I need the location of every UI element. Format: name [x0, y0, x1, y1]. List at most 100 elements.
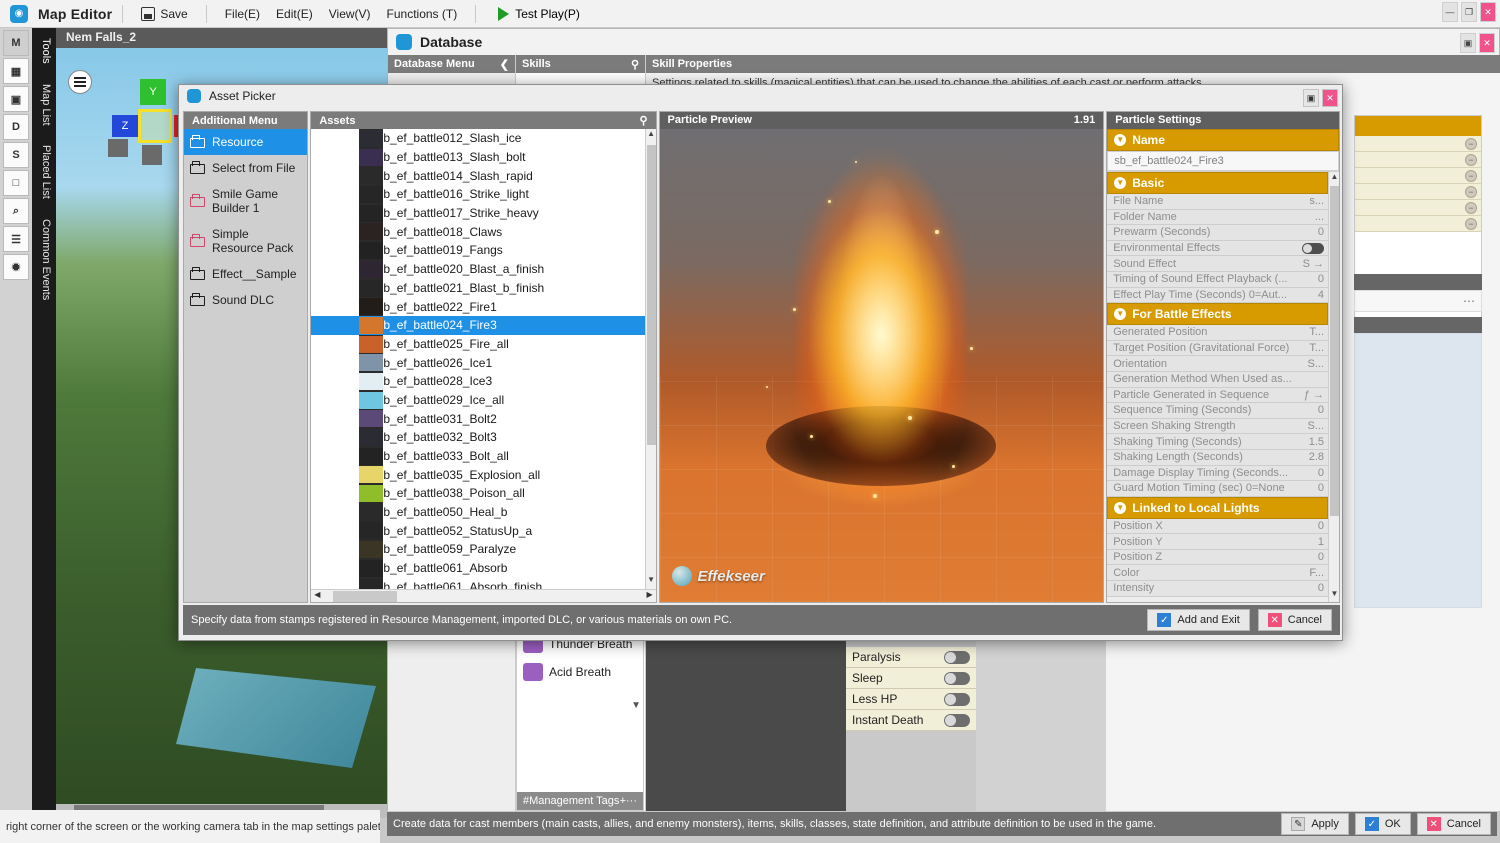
chevron-down-icon[interactable]: ▼ [1114, 134, 1126, 146]
db-close-button[interactable]: ✕ [1479, 33, 1495, 53]
minus-icon[interactable]: − [1465, 170, 1477, 182]
settings-row[interactable]: Target Position (Gravitational Force)T..… [1107, 341, 1328, 357]
settings-row[interactable]: Sound EffectS → [1107, 256, 1328, 272]
assets-horizontal-scrollbar[interactable]: ◀ ▶ [311, 589, 655, 602]
chevron-down-icon[interactable]: ▼ [647, 575, 656, 589]
chevron-up-icon[interactable]: ▲ [647, 129, 656, 143]
minus-icon[interactable]: − [1465, 202, 1477, 214]
list-item[interactable]: Acid Breath [517, 658, 643, 686]
chevron-left-icon[interactable]: ◀ [311, 590, 323, 602]
ok-button[interactable]: ✓ OK [1355, 813, 1411, 835]
asset-list-item[interactable]: sb_ef_battle021_Blast_b_finish [311, 279, 655, 298]
search-icon[interactable]: ⚲ [639, 114, 647, 127]
asset-list-item[interactable]: sb_ef_battle025_Fire_all [311, 335, 655, 354]
rail-motion-button[interactable]: ✹ [3, 254, 29, 280]
attributes-row[interactable]: − [1355, 136, 1481, 152]
attributes-row[interactable]: − [1355, 168, 1481, 184]
settings-row-value[interactable]: 0 [1306, 582, 1324, 594]
attributes-group-header[interactable] [1355, 116, 1481, 136]
table-row[interactable]: Less HP [846, 689, 976, 710]
additional-menu-item-effect-sample[interactable]: Effect__Sample [184, 261, 307, 287]
settings-row[interactable]: Position Z0 [1107, 550, 1328, 566]
chevron-right-icon[interactable]: ▶ [644, 590, 656, 602]
collapse-icon[interactable]: ❮ [500, 58, 509, 71]
settings-row[interactable]: Sequence Timing (Seconds)0 [1107, 403, 1328, 419]
particle-preview-pane[interactable]: Particle Preview 1.91 Effekseer [659, 111, 1105, 603]
settings-group-basic[interactable]: ▼Basic [1107, 172, 1328, 194]
settings-row[interactable]: Particle Generated in Sequenceƒ → [1107, 388, 1328, 404]
rail-tile-button[interactable]: ▦ [3, 58, 29, 84]
asset-list-item[interactable]: sb_ef_battle029_Ice_all [311, 391, 655, 410]
settings-row[interactable]: Screen Shaking StrengthS... [1107, 419, 1328, 435]
rail-publish-button[interactable]: ☰ [3, 226, 29, 252]
asset-list-item[interactable]: sb_ef_battle016_Strike_light [311, 185, 655, 204]
rail-search-button[interactable]: ⌕ [3, 198, 29, 224]
assets-scroll-thumb[interactable] [647, 145, 656, 445]
settings-row-value[interactable]: 0 [1306, 551, 1324, 563]
asset-list-item[interactable]: sb_ef_battle033_Bolt_all [311, 447, 655, 466]
vtab-common-events[interactable]: Common Events [32, 209, 56, 310]
gizmo-axis-y[interactable]: Y [140, 79, 166, 105]
modal-restore-button[interactable]: ▣ [1303, 89, 1319, 107]
settings-row[interactable]: Folder Name... [1107, 210, 1328, 226]
close-button[interactable]: ✕ [1480, 2, 1496, 22]
attributes-row[interactable]: − [1355, 216, 1481, 232]
attributes-row[interactable]: − [1355, 184, 1481, 200]
rail-database-button[interactable]: D [3, 114, 29, 140]
menu-edit[interactable]: Edit(E) [268, 4, 321, 24]
status-cancel-button[interactable]: ✕ Cancel [1417, 813, 1491, 835]
settings-row-value[interactable]: 0 [1306, 520, 1324, 532]
asset-list-item[interactable]: sb_ef_battle052_StatusUp_a [311, 521, 655, 540]
settings-row-value[interactable]: F... [1306, 567, 1324, 579]
table-row[interactable]: Paralysis [846, 647, 976, 668]
chevron-down-icon[interactable]: ▼ [1330, 589, 1339, 602]
gizmo-axis-z[interactable]: Z [112, 115, 138, 137]
vtab-placed-list[interactable]: Placed List [32, 135, 56, 209]
map-menu-icon[interactable] [68, 70, 92, 94]
menu-view[interactable]: View(V) [321, 4, 379, 24]
modal-close-button[interactable]: ✕ [1322, 89, 1338, 107]
menu-functions[interactable]: Functions (T) [379, 4, 466, 24]
assets-hscroll-thumb[interactable] [333, 591, 397, 602]
chevron-up-icon[interactable]: ▲ [1330, 172, 1339, 185]
settings-row[interactable]: Damage Display Timing (Seconds...0 [1107, 466, 1328, 482]
asset-list-item[interactable]: sb_ef_battle014_Slash_rapid [311, 166, 655, 185]
chevron-down-icon[interactable]: ▼ [1114, 177, 1126, 189]
asset-list-item[interactable]: sb_ef_battle061_Absorb_finish [311, 578, 655, 590]
asset-list-item[interactable]: sb_ef_battle017_Strike_heavy [311, 204, 655, 223]
vtab-tools[interactable]: Tools [32, 28, 56, 74]
settings-group-for-battle-effects[interactable]: ▼For Battle Effects [1107, 303, 1328, 325]
settings-row[interactable]: ColorF... [1107, 565, 1328, 581]
settings-row[interactable]: Prewarm (Seconds)0 [1107, 225, 1328, 241]
asset-list-item[interactable]: sb_ef_battle012_Slash_ice [311, 129, 655, 148]
add-and-exit-button[interactable]: ✓ Add and Exit [1147, 609, 1249, 631]
asset-list-item[interactable]: sb_ef_battle013_Slash_bolt [311, 148, 655, 167]
cancel-button[interactable]: ✕ Cancel [1258, 609, 1332, 631]
test-play-button[interactable]: Test Play(P) [498, 7, 580, 21]
additional-menu-item-select-from-file[interactable]: Select from File [184, 155, 307, 181]
asset-list-item[interactable]: sb_ef_battle028_Ice3 [311, 372, 655, 391]
settings-row-value[interactable]: S → [1303, 258, 1324, 270]
settings-row-value[interactable]: 4 [1306, 289, 1324, 301]
rail-sound-button[interactable]: S [3, 142, 29, 168]
settings-row-value[interactable]: 2.8 [1306, 451, 1324, 463]
settings-vertical-scrollbar[interactable]: ▲ ▼ [1328, 172, 1339, 602]
state-toggle[interactable] [944, 651, 970, 664]
settings-row-value[interactable]: S... [1306, 358, 1324, 370]
state-toggle[interactable] [944, 714, 970, 727]
attributes-row[interactable]: − [1355, 152, 1481, 168]
map-name-tab[interactable]: Nem Falls_2 [56, 28, 387, 48]
minus-icon[interactable]: − [1465, 218, 1477, 230]
attributes-row[interactable]: − [1355, 200, 1481, 216]
rail-screen-button[interactable]: □ [3, 170, 29, 196]
settings-row[interactable]: Position X0 [1107, 519, 1328, 535]
asset-list-item[interactable]: sb_ef_battle032_Bolt3 [311, 428, 655, 447]
settings-row-value[interactable]: 0 [1306, 482, 1324, 494]
menu-file[interactable]: File(E) [217, 4, 268, 24]
settings-row-value[interactable]: T... [1306, 326, 1324, 338]
asset-list-item[interactable]: sb_ef_battle035_Explosion_all [311, 465, 655, 484]
settings-row[interactable]: Shaking Length (Seconds)2.8 [1107, 450, 1328, 466]
save-button[interactable]: Save [133, 4, 195, 24]
assets-list[interactable]: sb_ef_battle012_Slash_icesb_ef_battle013… [311, 129, 655, 589]
settings-row-value[interactable]: 0 [1306, 404, 1324, 416]
